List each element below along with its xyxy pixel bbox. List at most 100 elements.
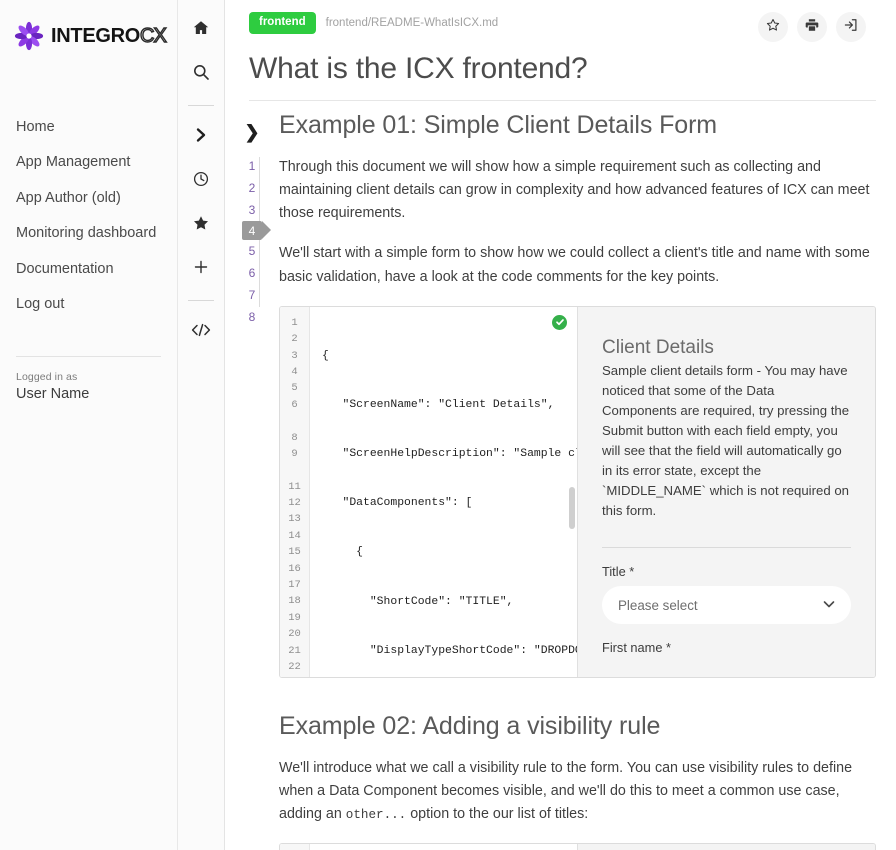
sidebar-item-app-management[interactable]: App Management [0, 145, 177, 180]
plus-icon [194, 260, 208, 279]
line-number: 18 [288, 595, 301, 608]
sidebar-nav: Home App Management App Author (old) Mon… [0, 110, 177, 322]
code-line: "ScreenHelpDescription": "Sample clien [322, 448, 578, 460]
line-number: 20 [288, 628, 301, 641]
rail-home-button[interactable] [184, 13, 218, 47]
code-block-example-01: 1 2 3 4 5 6 7 8 9 10 11 12 13 [279, 305, 876, 678]
sidebar-item-label: App Management [16, 154, 131, 171]
rail-search-button[interactable] [184, 57, 218, 91]
line-number: 5 [291, 382, 298, 395]
code-text[interactable]: { "ScreenName": "Client Details", "Scree… [310, 844, 577, 850]
clock-icon [193, 171, 209, 192]
chevron-down-icon [821, 596, 837, 615]
search-icon [193, 64, 209, 85]
line-number-with-comment: 7 [280, 413, 309, 429]
code-line: { [322, 546, 364, 559]
code-line: "ShortCode": "TITLE", [322, 595, 514, 608]
code-text[interactable]: { "ScreenName": "Client Details", "Scree… [310, 307, 577, 677]
code-vertical-scrollbar[interactable] [569, 486, 575, 529]
brand-name-secondary: CX [139, 24, 167, 47]
line-number: 4 [291, 365, 298, 378]
step-marker-8[interactable]: 8 [241, 306, 263, 328]
rail-source-button[interactable] [184, 315, 218, 349]
sidebar-item-log-out[interactable]: Log out [0, 287, 177, 322]
code-editor-pane[interactable]: 1 2 3 4 5 6 7 8 9 10 11 12 13 [280, 306, 577, 677]
rail-recent-button[interactable] [184, 164, 218, 198]
line-number: 1 [291, 316, 298, 329]
star-icon [193, 215, 209, 236]
open-external-button[interactable] [836, 12, 866, 42]
sidebar-item-label: Log out [16, 295, 65, 312]
sidebar-item-label: Documentation [16, 260, 114, 277]
sidebar-item-label: Home [16, 119, 55, 135]
rail-expand-button[interactable] [184, 120, 218, 154]
logged-in-user-name: User Name [16, 386, 90, 403]
preview-description: Sample client details form - You may hav… [602, 362, 850, 519]
article: Example 01: Simple Client Details Form T… [275, 101, 896, 850]
star-outline-icon [766, 18, 780, 37]
page-title: What is the ICX frontend? [249, 52, 588, 85]
favourite-button[interactable] [758, 12, 788, 42]
sidebar-item-label: Monitoring dashboard [16, 225, 157, 242]
inline-code-other: other... [345, 808, 407, 823]
sidebar-item-monitoring-dashboard[interactable]: Monitoring dashboard [0, 216, 177, 251]
section-paragraph-2: We'll start with a simple form to show h… [279, 245, 870, 285]
preview-title: Client Details [602, 336, 714, 358]
brand-wordmark: INTEGROCX [51, 24, 167, 48]
rail-divider-bottom [188, 300, 214, 301]
top-bar: frontend frontend/README-WhatIsICX.md [225, 0, 896, 42]
line-number: 3 [291, 349, 298, 362]
line-number-column: 1 2 3 4 5 6 7 8 9 10 11 12 13 [280, 306, 310, 677]
app-root: INTEGROCX Home App Management App Author… [0, 0, 896, 850]
logged-in-label: Logged in as [16, 371, 78, 384]
rail-add-button[interactable] [184, 252, 218, 286]
title-select[interactable]: Please select [602, 586, 851, 625]
line-number-column: 1 2 3 [280, 844, 310, 850]
line-number: 12 [288, 497, 301, 510]
line-number: 11 [288, 480, 301, 493]
step-marker-4-active[interactable]: 4 [242, 221, 271, 240]
brand-name-primary: INTEGRO [51, 24, 141, 47]
title-field-label: Title * [602, 564, 635, 580]
paragraph-tail: option to the our list of titles: [406, 806, 589, 823]
repo-badge[interactable]: frontend [249, 12, 316, 34]
code-line: "DataComponents": [ [322, 497, 473, 510]
section-02-paragraph: We'll introduce what we call a visibilit… [279, 757, 876, 826]
line-number: 14 [288, 529, 301, 542]
section-paragraph-1: Through this document we will show how a… [279, 159, 870, 222]
line-number: 2 [291, 333, 298, 346]
section-heading-example-01: Example 01: Simple Client Details Form [279, 111, 718, 139]
rail-favourites-button[interactable] [184, 208, 218, 242]
external-link-icon [844, 18, 858, 37]
rail-divider-top [188, 105, 214, 106]
top-bar-actions [758, 12, 876, 42]
sidebar-item-app-author-old[interactable]: App Author (old) [0, 181, 177, 216]
line-number: 17 [288, 579, 301, 592]
line-number: 16 [288, 562, 301, 575]
line-number: 19 [288, 611, 301, 624]
left-sidebar: INTEGROCX Home App Management App Author… [0, 0, 178, 850]
line-number: 22 [288, 660, 301, 673]
code-line: "ScreenName": "Client Details", [322, 398, 555, 411]
breadcrumb-path: frontend/README-WhatIsICX.md [325, 16, 499, 29]
form-preview-pane [577, 844, 875, 850]
title-select-value: Please select [618, 597, 698, 613]
code-icon [191, 323, 211, 342]
gutter-chevron-icon[interactable]: ❯ [244, 123, 259, 141]
print-button[interactable] [797, 12, 827, 42]
code-editor-pane[interactable]: 1 2 3 { "ScreenName": "Client Details", … [280, 844, 577, 850]
icon-rail [178, 0, 225, 850]
sidebar-item-documentation[interactable]: Documentation [0, 252, 177, 287]
line-number: 13 [288, 513, 301, 526]
line-number: 15 [288, 546, 301, 559]
code-line: "DisplayTypeShortCode": "DROPDOWN" [322, 644, 577, 657]
preview-divider [602, 547, 851, 549]
breadcrumb: frontend frontend/README-WhatIsICX.md [245, 12, 498, 34]
logged-in-block: Logged in as User Name [0, 357, 177, 402]
sidebar-item-home[interactable]: Home [0, 110, 177, 145]
first-name-field-label: First name * [602, 640, 671, 656]
line-number: 9 [291, 447, 298, 460]
valid-check-icon [552, 314, 567, 330]
brand-logo[interactable]: INTEGROCX [0, 12, 177, 54]
